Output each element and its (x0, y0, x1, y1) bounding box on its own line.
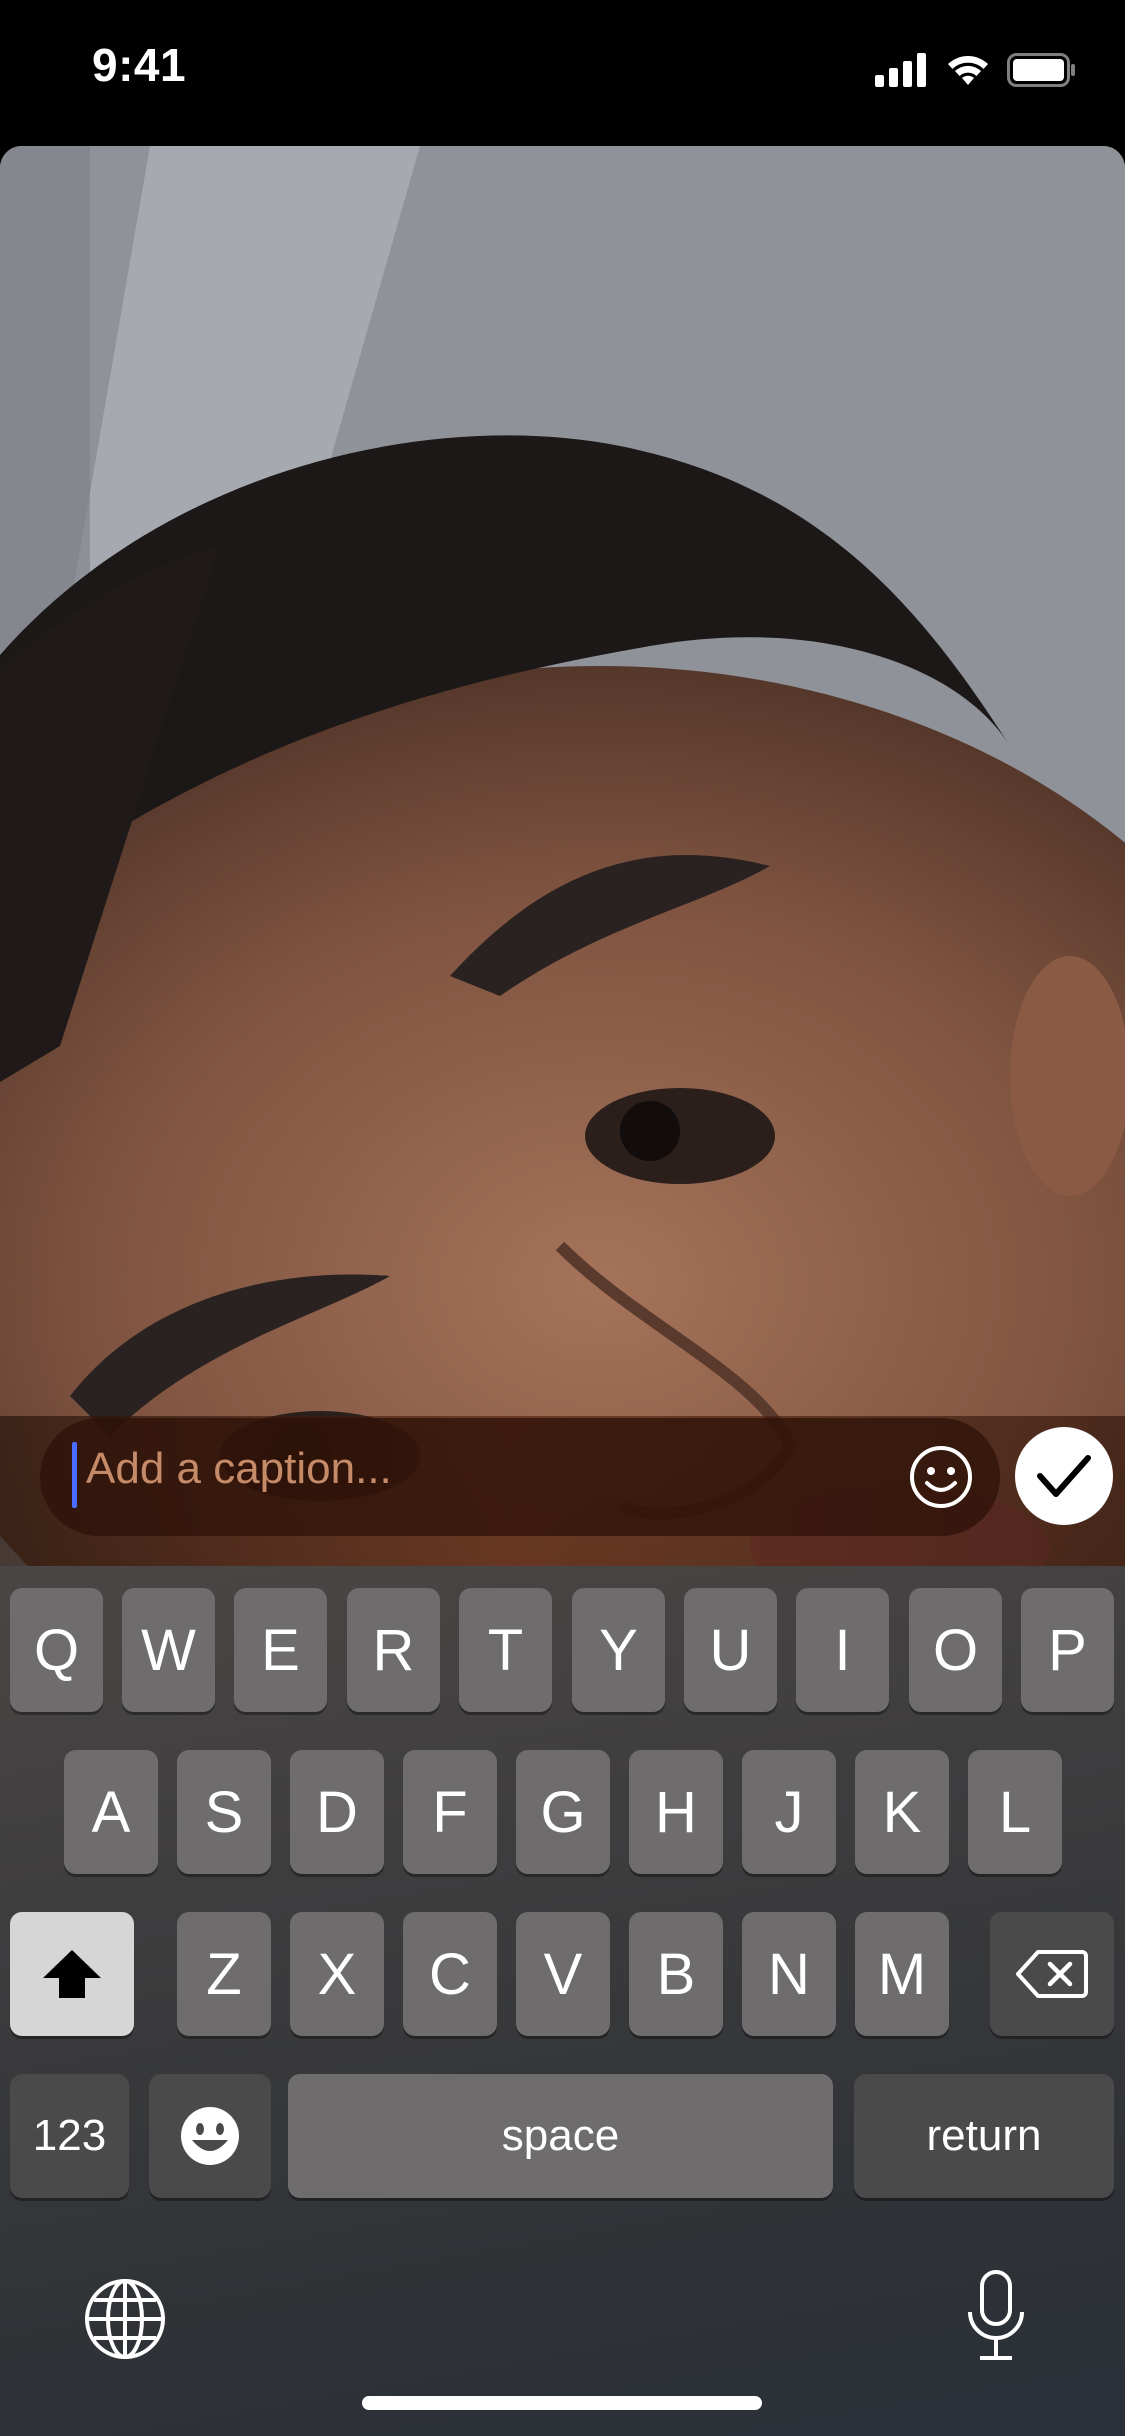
status-time: 9:41 (92, 39, 187, 91)
key-h[interactable]: H (629, 1750, 723, 1874)
checkmark-icon (1037, 1455, 1091, 1497)
key-a[interactable]: A (64, 1750, 158, 1874)
wifi-icon (948, 56, 988, 85)
key-t[interactable]: T (459, 1588, 552, 1712)
key-f[interactable]: F (403, 1750, 497, 1874)
key-n[interactable]: N (742, 1912, 836, 2036)
status-icons (875, 50, 1077, 90)
space-key[interactable]: space (288, 2074, 833, 2198)
photo-preview (0, 146, 1125, 1566)
key-w[interactable]: W (122, 1588, 215, 1712)
numbers-key[interactable]: 123 (10, 2074, 129, 2198)
key-u[interactable]: U (684, 1588, 777, 1712)
key-y[interactable]: Y (572, 1588, 665, 1712)
return-key[interactable]: return (854, 2074, 1114, 2198)
emoji-face-icon (181, 2107, 239, 2165)
caption-input[interactable]: Add a caption... (40, 1418, 1000, 1536)
key-z[interactable]: Z (177, 1912, 271, 2036)
backspace-icon (1016, 1950, 1088, 1998)
key-i[interactable]: I (796, 1588, 889, 1712)
key-m[interactable]: M (855, 1912, 949, 2036)
keyboard: Q W E R T Y U I O P A S D F G H J K L Z … (0, 1566, 1125, 2436)
send-button[interactable] (1015, 1427, 1113, 1525)
key-e[interactable]: E (234, 1588, 327, 1712)
caption-placeholder: Add a caption... (86, 1444, 392, 1493)
key-b[interactable]: B (629, 1912, 723, 2036)
emoji-key[interactable] (149, 2074, 271, 2198)
key-o[interactable]: O (909, 1588, 1002, 1712)
home-indicator (362, 2396, 762, 2410)
key-r[interactable]: R (347, 1588, 440, 1712)
globe-icon[interactable] (82, 2276, 168, 2362)
key-s[interactable]: S (177, 1750, 271, 1874)
shift-arrow-icon (43, 1950, 101, 1998)
key-j[interactable]: J (742, 1750, 836, 1874)
shift-key[interactable] (10, 1912, 134, 2036)
key-g[interactable]: G (516, 1750, 610, 1874)
key-l[interactable]: L (968, 1750, 1062, 1874)
microphone-icon[interactable] (964, 2268, 1028, 2364)
status-bar: 9:41 (0, 0, 1125, 140)
key-k[interactable]: K (855, 1750, 949, 1874)
key-q[interactable]: Q (10, 1588, 103, 1712)
cellular-signal-icon (875, 53, 926, 87)
text-cursor (72, 1442, 77, 1508)
smiley-icon[interactable] (906, 1442, 976, 1512)
key-c[interactable]: C (403, 1912, 497, 2036)
key-d[interactable]: D (290, 1750, 384, 1874)
battery-icon (1007, 53, 1075, 87)
key-v[interactable]: V (516, 1912, 610, 2036)
key-p[interactable]: P (1021, 1588, 1114, 1712)
key-x[interactable]: X (290, 1912, 384, 2036)
delete-key[interactable] (990, 1912, 1114, 2036)
